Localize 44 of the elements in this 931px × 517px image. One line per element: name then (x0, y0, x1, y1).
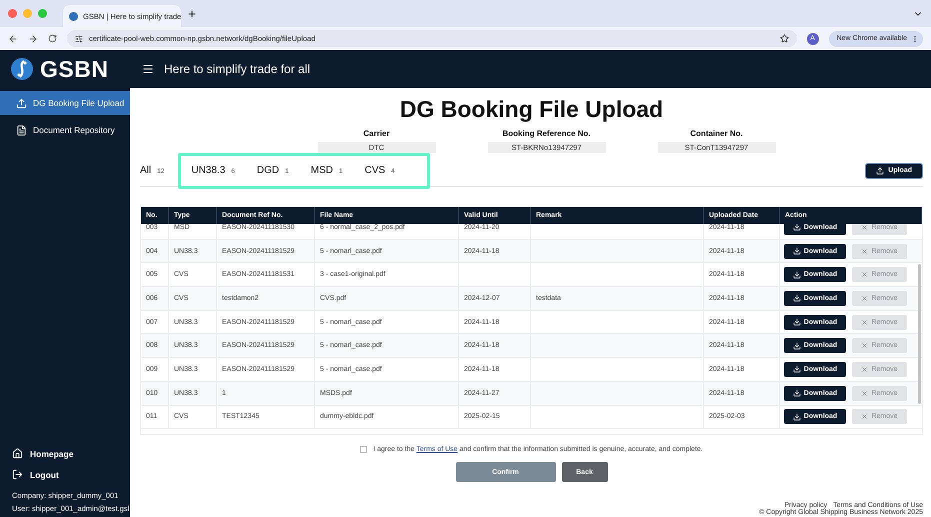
document-icon (16, 124, 27, 136)
close-icon (861, 413, 868, 420)
field-label: Carrier (363, 129, 390, 138)
download-icon (792, 294, 801, 302)
sidebar-item[interactable]: DG Booking File Upload (0, 91, 130, 115)
download-icon (792, 412, 801, 421)
close-icon (861, 224, 868, 231)
reload-icon[interactable] (48, 34, 57, 43)
upload-icon (16, 98, 27, 108)
tagline: Here to simplify trade for all (164, 62, 310, 76)
field-label: Container No. (690, 129, 743, 138)
upload-icon (876, 166, 884, 174)
checkbox[interactable] (360, 446, 368, 453)
sidebar-item[interactable]: Document Repository (0, 118, 130, 142)
download-icon (792, 318, 801, 326)
download-icon (792, 224, 801, 232)
page-title: DG Booking File Upload (398, 96, 664, 123)
download-icon (792, 342, 801, 350)
forward-icon[interactable] (28, 34, 38, 44)
sidebar-link[interactable]: Logout (12, 466, 130, 483)
logout-icon (12, 469, 23, 480)
sidebar-link[interactable]: Homepage (12, 445, 130, 462)
close-icon (861, 366, 868, 373)
close-icon (861, 294, 868, 302)
download-icon (792, 270, 801, 279)
download-icon (792, 389, 801, 398)
logo-text: GSBN (40, 56, 108, 82)
menu-icon[interactable] (142, 63, 154, 75)
logo-icon (10, 57, 34, 81)
star-icon[interactable] (780, 34, 789, 43)
scrollbar-thumb[interactable] (918, 264, 921, 404)
close-icon (861, 342, 868, 350)
close-icon (861, 390, 868, 397)
close-icon (861, 318, 868, 326)
new-tab-icon[interactable] (187, 8, 197, 18)
close-icon (861, 271, 868, 278)
download-icon (792, 365, 801, 374)
home-icon (12, 448, 23, 459)
favicon-icon (69, 12, 78, 20)
back-icon[interactable] (8, 34, 18, 44)
close-icon (861, 248, 868, 255)
download-icon (792, 247, 801, 256)
site-settings-icon[interactable] (75, 34, 83, 42)
field-label: Booking Reference No. (502, 129, 590, 138)
